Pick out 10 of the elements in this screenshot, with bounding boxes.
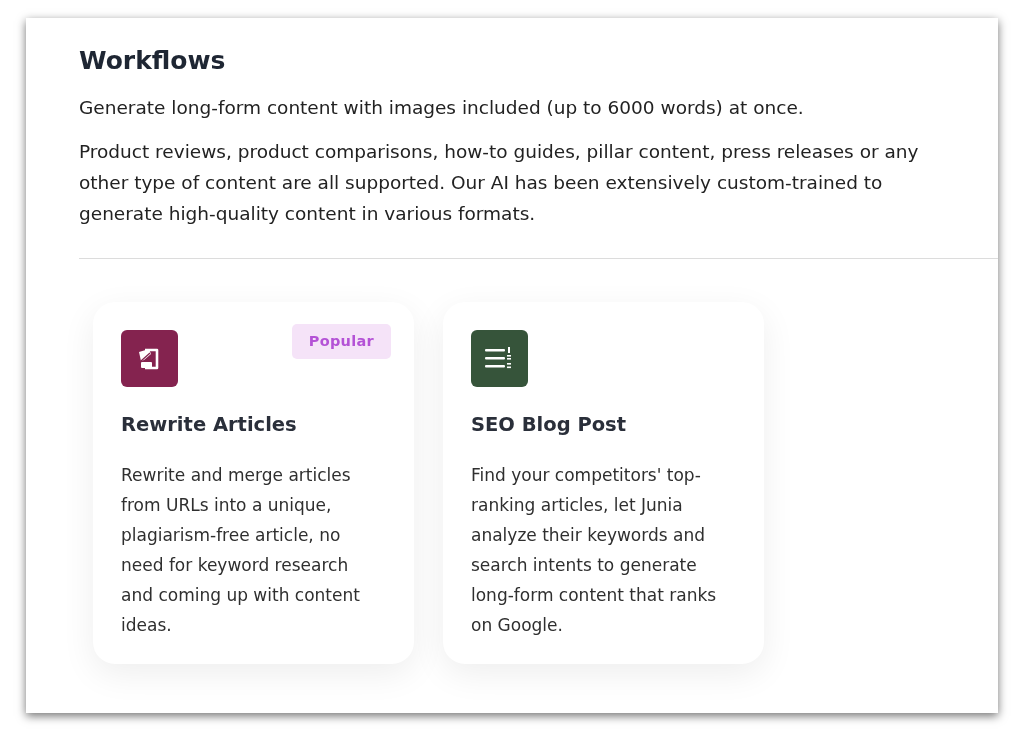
description-text: Product reviews, product comparisons, how-to guides, pillar content, press releases or any other type of content are all supported. Our AI has been extensively custom-trained to generate high-quality content in various formats. [79, 140, 920, 226]
workflow-card[interactable]: SEO Blog Post Find your competitors' top-ranking articles, let Junia analyze their keywords and search intents to generate long-form content that ranks on Google. [443, 302, 764, 664]
card-description: Find your competitors' top-ranking articles, let Junia analyze their keywords and search intents to generate long-form content that ranks on Google. [471, 464, 718, 637]
section-title: Workflows [79, 45, 226, 77]
card-title: SEO Blog Post [471, 412, 627, 438]
workflow-card[interactable]: Popular Rewrite Articles Rewrite and merge articles from URLs into a unique, plagiarism-free article, no need for keyword research and coming up with content ideas. [93, 302, 414, 664]
intro-text: Generate long-form content with images included (up to 6000 words) at once. [79, 96, 804, 120]
card-description: Rewrite and merge articles from URLs into a unique, plagiarism-free article, no need for keyword research and coming up with content ideas. [121, 464, 361, 637]
popular-badge: Popular [291, 324, 391, 359]
card-title: Rewrite Articles [121, 412, 297, 438]
